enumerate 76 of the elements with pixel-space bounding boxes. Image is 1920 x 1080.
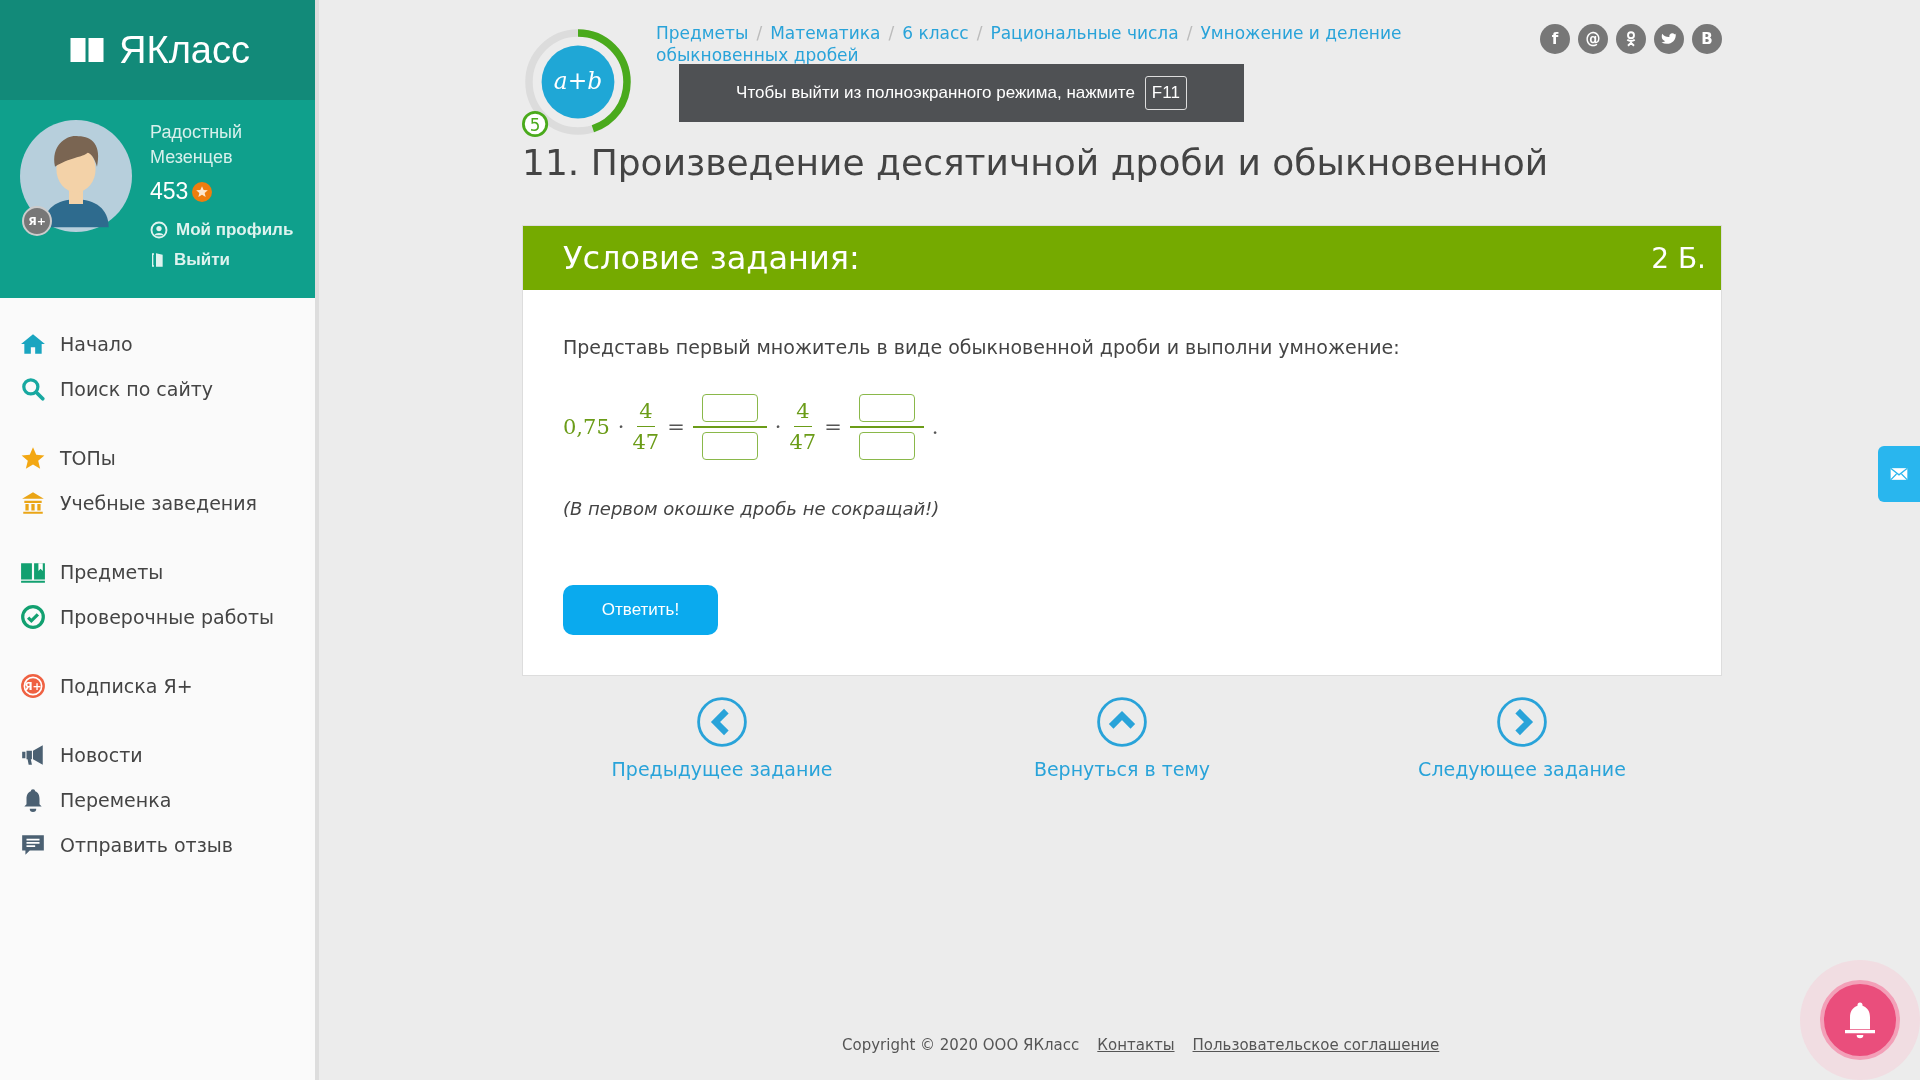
up-icon[interactable] (1096, 695, 1148, 748)
footer-link[interactable]: Контакты (1097, 1036, 1175, 1054)
denominator: 47 (789, 429, 817, 455)
door-icon (150, 252, 166, 268)
topic-formula: a+b (553, 67, 603, 96)
menu-item[interactable]: Предметы (20, 556, 315, 588)
next-icon[interactable] (1496, 695, 1548, 748)
menu-item[interactable]: Поиск по сайту (20, 373, 315, 405)
megaphone-icon (20, 742, 46, 768)
nav-link[interactable]: Следующее задание (1418, 757, 1626, 780)
subscription-icon: Я+ (20, 673, 46, 699)
logo-text[interactable]: ЯКласс (119, 28, 250, 72)
menu-item[interactable]: Отправить отзыв (20, 829, 315, 861)
points-count: 453 (150, 178, 189, 205)
menu-item[interactable]: ТОПы (20, 442, 315, 474)
avatar-icon (20, 120, 132, 232)
menu-item[interactable]: Начало (20, 328, 315, 360)
menu-item[interactable]: Переменка (20, 784, 315, 816)
breadcrumb-link[interactable]: обыкновенных дробей (656, 45, 859, 65)
denominator: 47 (632, 429, 660, 455)
math-operator: . (931, 414, 939, 439)
breadcrumb-link[interactable]: Предметы (656, 23, 749, 43)
denominator-field[interactable] (858, 431, 915, 460)
previous-icon[interactable] (696, 695, 748, 748)
star-icon (20, 445, 46, 471)
math-operator: · (617, 414, 625, 439)
menu-item[interactable]: Я+ Подписка Я+ (20, 670, 315, 702)
math-operator: = (824, 414, 842, 439)
user-name: Радостный Мезенцев (150, 121, 244, 169)
check-circle-icon (20, 604, 46, 630)
points-label: 2 Б. (1651, 241, 1706, 275)
task-text: Представь первый множитель в виде обыкновенной дроби и выполни умножение: (563, 336, 1400, 358)
math-number: 0,75 (563, 414, 610, 439)
social-link[interactable]: @ (1578, 24, 1608, 54)
search-icon (20, 376, 46, 402)
building-icon (20, 490, 46, 516)
numerator-field[interactable] (858, 394, 915, 422)
nav-link[interactable]: Предыдущее задание (611, 757, 833, 780)
task-heading: Условие задания: (563, 239, 860, 277)
denominator-field[interactable] (701, 431, 758, 460)
answer-button[interactable]: Ответить! (563, 584, 718, 635)
page-title: 11. Произведение десятичной дроби и обыкновенной (522, 142, 1550, 183)
menu-item[interactable]: Проверочные работы (20, 601, 315, 633)
footer-link[interactable]: Пользовательское соглашение (1192, 1036, 1440, 1054)
notice-text: Чтобы выйти из полноэкранного режима, нажмите (736, 83, 1135, 103)
breadcrumb-separator: / (1186, 23, 1193, 43)
breadcrumb-link[interactable]: Рациональные числа (990, 23, 1179, 43)
numerator: 4 (637, 399, 655, 428)
logout-link[interactable]: Выйти (150, 245, 294, 275)
numerator-field[interactable] (701, 394, 758, 422)
menu-item[interactable]: Новости (20, 739, 315, 771)
math-operator: = (667, 414, 685, 439)
chat-icon (20, 832, 46, 858)
profile-link[interactable]: Мой профиль (150, 215, 294, 245)
breadcrumb-separator: / (976, 23, 983, 43)
star-coin-icon (192, 181, 213, 202)
menu-item[interactable]: Учебные заведения (20, 487, 315, 519)
breadcrumb-separator: / (888, 23, 895, 43)
level-number: 5 (529, 114, 541, 135)
numerator: 4 (794, 399, 812, 428)
math-operator: · (774, 414, 782, 439)
feedback-tab[interactable] (1878, 446, 1920, 502)
key-label: F11 (1144, 76, 1187, 110)
task-hint: (В первом окошке дробь не сокращай!) (563, 497, 940, 519)
breadcrumb-link[interactable]: Умножение и деление (1200, 23, 1402, 43)
social-link[interactable]: B (1692, 24, 1722, 54)
social-link[interactable] (1654, 24, 1684, 54)
subscription-badge: Я+ (22, 206, 52, 236)
social-link[interactable]: f (1540, 24, 1570, 54)
nav-link[interactable]: Вернуться в тему (1033, 757, 1211, 780)
copyright-text: Copyright © 2020 ООО ЯКласс (842, 1036, 1080, 1054)
breadcrumb-link[interactable]: 6 класс (902, 23, 969, 43)
breadcrumb-separator: / (756, 23, 763, 43)
breadcrumb-link[interactable]: Математика (770, 23, 881, 43)
social-link[interactable] (1616, 24, 1646, 54)
user-circle-icon (150, 221, 168, 239)
